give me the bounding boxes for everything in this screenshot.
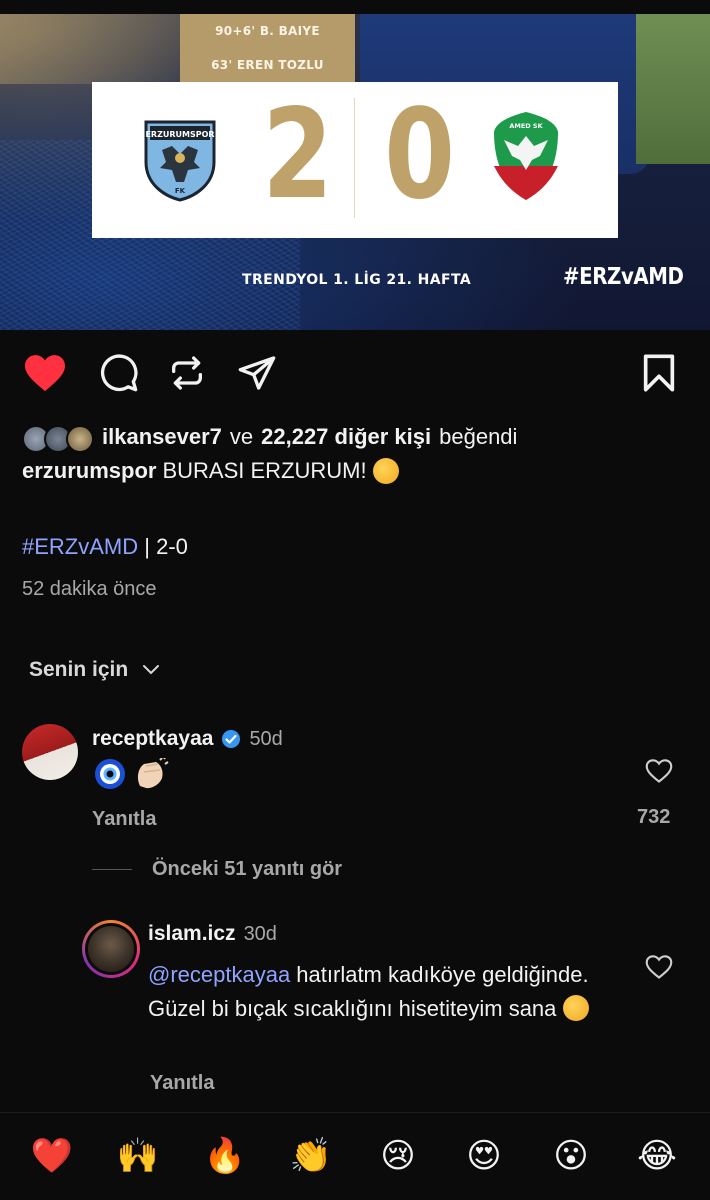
clapping-hands-icon bbox=[137, 758, 169, 789]
first-liker[interactable]: ilkansever7 bbox=[102, 424, 222, 450]
home-score: 2 bbox=[262, 83, 333, 227]
caption-text: BURASI ERZURUM! bbox=[162, 458, 367, 483]
nazar-amulet-icon bbox=[95, 759, 125, 789]
reaction-clap[interactable]: 👏 bbox=[289, 1134, 333, 1178]
comment-header: receptkayaa 50d bbox=[92, 727, 283, 751]
league-label: TRENDYOL 1. LİG 21. HAFTA bbox=[242, 272, 472, 288]
sort-label: Senin için bbox=[29, 658, 129, 681]
divider bbox=[0, 1112, 710, 1113]
avatar[interactable] bbox=[22, 724, 78, 780]
image-gold-corner bbox=[0, 14, 180, 84]
likes-suffix: beğendi bbox=[439, 424, 518, 449]
scorer-line: 90+6' B. BAIYE bbox=[215, 24, 320, 38]
avatar[interactable] bbox=[82, 920, 140, 978]
image-pitch bbox=[636, 14, 710, 164]
reaction-laughing[interactable]: 😂 bbox=[635, 1134, 679, 1178]
reaction-surprised[interactable]: 😮 bbox=[549, 1134, 593, 1178]
comment-username[interactable]: receptkayaa bbox=[92, 727, 213, 751]
top-edge bbox=[0, 0, 710, 14]
heart-icon bbox=[645, 955, 673, 979]
comment-like-count: 732 bbox=[637, 806, 671, 828]
away-score: 0 bbox=[384, 83, 455, 227]
avatar-image bbox=[88, 926, 134, 972]
share-icon bbox=[238, 356, 276, 390]
post-time: 52 dakika önce bbox=[22, 578, 157, 600]
share-button[interactable] bbox=[234, 350, 280, 396]
verified-icon bbox=[222, 730, 241, 748]
reaction-crying[interactable]: 😢 bbox=[376, 1134, 420, 1178]
like-button[interactable] bbox=[22, 350, 68, 396]
reply-body: @receptkayaa hatırlatm kadıköye geldiğin… bbox=[148, 958, 608, 1026]
liker-avatars bbox=[22, 423, 98, 453]
score-divider bbox=[354, 98, 355, 218]
reply-like-button[interactable] bbox=[645, 954, 673, 985]
scorer-line: 63' EREN TOZLU bbox=[211, 58, 324, 72]
caption-score: | 2-0 bbox=[144, 534, 188, 559]
laughing-tears-icon bbox=[562, 995, 589, 1021]
amed-crest-icon: AMED SK bbox=[494, 112, 558, 200]
comment-time: 50d bbox=[249, 727, 283, 750]
view-previous-replies[interactable]: Önceki 51 yanıtı gör bbox=[92, 858, 342, 881]
reply-button[interactable]: Yanıtla bbox=[92, 808, 156, 831]
post-image[interactable]: 90+6' B. BAIYE 63' EREN TOZLU ERZURUMSPO… bbox=[0, 0, 710, 330]
comment-body bbox=[94, 758, 170, 790]
bookmark-icon bbox=[643, 354, 675, 392]
comment-icon bbox=[100, 354, 138, 392]
shushing-face-icon bbox=[372, 458, 399, 484]
comment-button[interactable] bbox=[96, 350, 142, 396]
caption: erzurumspor BURASI ERZURUM! bbox=[22, 458, 399, 484]
likes-count[interactable]: 22,227 diğer kişi bbox=[261, 424, 431, 450]
heart-icon bbox=[25, 355, 65, 392]
reply-button[interactable]: Yanıtla bbox=[150, 1072, 214, 1095]
reaction-heart-eyes[interactable]: 😍 bbox=[462, 1134, 506, 1178]
repost-icon bbox=[172, 356, 202, 390]
erzurumspor-crest-icon: ERZURUMSPOR FK bbox=[144, 120, 216, 202]
crest-text: AMED SK bbox=[509, 122, 543, 130]
reply-username[interactable]: islam.icz bbox=[148, 922, 236, 946]
crest-text: ERZURUMSPOR bbox=[145, 130, 214, 139]
reaction-fire[interactable]: 🔥 bbox=[203, 1134, 247, 1178]
scorers-box: 90+6' B. BAIYE 63' EREN TOZLU bbox=[180, 14, 355, 82]
caption-second-line: #ERZvAMD | 2-0 bbox=[22, 534, 188, 560]
avatar-ring bbox=[85, 923, 137, 975]
reply-header: islam.icz 30d bbox=[148, 922, 277, 946]
likes-connector: ve bbox=[229, 424, 254, 449]
repost-button[interactable] bbox=[164, 350, 210, 396]
thread-line bbox=[92, 869, 132, 870]
reply-mention[interactable]: @receptkayaa bbox=[148, 962, 290, 987]
crest-fk: FK bbox=[175, 187, 186, 195]
view-previous-label: Önceki 51 yanıtı gör bbox=[152, 858, 343, 880]
reply-time: 30d bbox=[243, 922, 277, 945]
likes-summary[interactable]: ilkansever7 ve 22,227 diğer kişi beğendi bbox=[22, 422, 518, 453]
comment-like-button[interactable] bbox=[645, 758, 673, 789]
quick-reactions-bar bbox=[0, 1130, 710, 1184]
chevron-down-icon bbox=[143, 665, 160, 675]
caption-user[interactable]: erzurumspor bbox=[22, 458, 156, 484]
avatar bbox=[66, 425, 94, 453]
heart-icon bbox=[645, 759, 673, 783]
reaction-raised-hands[interactable]: 🙌 bbox=[116, 1134, 160, 1178]
reaction-heart[interactable]: ❤️ bbox=[30, 1134, 74, 1178]
caption-hashtag[interactable]: #ERZvAMD bbox=[22, 534, 138, 559]
image-hashtag: #ERZvAMD bbox=[563, 264, 684, 290]
save-button[interactable] bbox=[636, 350, 682, 396]
comment-sort-dropdown[interactable]: Senin için bbox=[29, 658, 160, 682]
